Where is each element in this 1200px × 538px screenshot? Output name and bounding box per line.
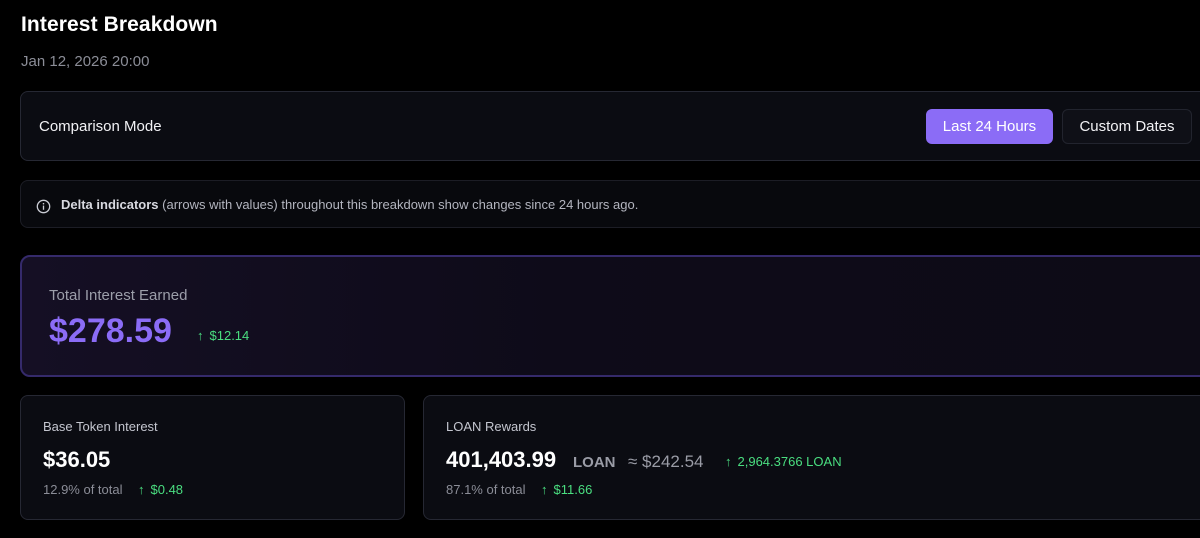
arrow-up-icon: ↑ — [541, 482, 548, 497]
loan-usd-delta: ↑ $11.66 — [541, 482, 592, 497]
page-title: Interest Breakdown — [21, 13, 218, 36]
base-token-label: Base Token Interest — [43, 419, 158, 434]
comparison-mode-label: Comparison Mode — [39, 118, 162, 135]
loan-token-delta: ↑ 2,964.3766 LOAN — [725, 454, 842, 469]
info-icon — [36, 199, 51, 214]
loan-rewards-card: LOAN Rewards 401,403.99 LOAN ≈ $242.54 ↑… — [423, 395, 1200, 520]
delta-info-bar: Delta indicators (arrows with values) th… — [20, 180, 1200, 228]
custom-dates-button[interactable]: Custom Dates — [1062, 109, 1192, 144]
loan-rewards-share: 87.1% of total — [446, 482, 526, 497]
loan-rewards-label: LOAN Rewards — [446, 419, 537, 434]
interest-breakdown-page: Interest Breakdown Jan 12, 2026 20:00 Co… — [0, 0, 1200, 538]
total-interest-label: Total Interest Earned — [49, 287, 188, 304]
arrow-up-icon: ↑ — [725, 454, 732, 469]
total-interest-value: $278.59 — [49, 312, 172, 350]
comparison-mode-card: Comparison Mode Last 24 Hours Custom Dat… — [20, 91, 1200, 161]
total-delta-value: $12.14 — [209, 328, 250, 343]
loan-usd-delta-value: $11.66 — [553, 482, 593, 497]
loan-rewards-value: 401,403.99 — [446, 447, 557, 472]
loan-token-delta-value: 2,964.3766 LOAN — [737, 454, 842, 469]
total-interest-card: Total Interest Earned $278.59 ↑ $12.14 — [20, 255, 1200, 377]
info-bold-text: Delta indicators — [61, 197, 159, 212]
timestamp: Jan 12, 2026 20:00 — [21, 53, 150, 70]
last-24-hours-button[interactable]: Last 24 Hours — [926, 109, 1053, 144]
loan-unit: LOAN — [573, 454, 616, 471]
base-token-value: $36.05 — [43, 447, 111, 472]
loan-usd-approx: ≈ $242.54 — [628, 452, 704, 471]
base-token-delta: ↑ $0.48 — [138, 482, 183, 497]
info-text: Delta indicators (arrows with values) th… — [61, 197, 638, 212]
base-token-interest-card: Base Token Interest $36.05 12.9% of tota… — [20, 395, 405, 520]
arrow-up-icon: ↑ — [138, 482, 145, 497]
info-body-text: (arrows with values) throughout this bre… — [158, 197, 639, 212]
total-interest-delta: ↑ $12.14 — [197, 328, 249, 343]
arrow-up-icon: ↑ — [197, 328, 204, 343]
base-token-share: 12.9% of total — [43, 482, 123, 497]
base-delta-value: $0.48 — [150, 482, 184, 497]
